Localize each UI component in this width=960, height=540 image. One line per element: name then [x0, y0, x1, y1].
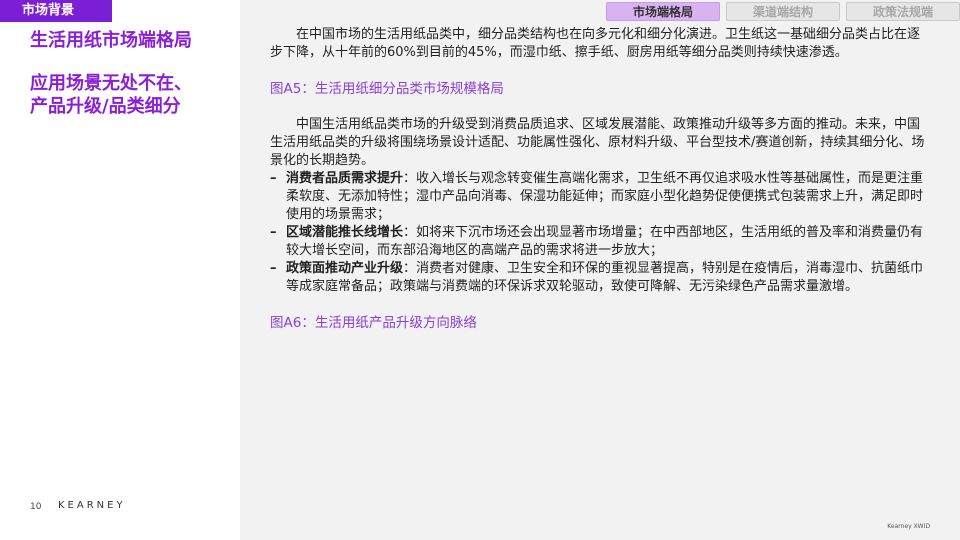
- bullet-key: 政策面推动产业升级: [286, 261, 404, 276]
- bullet-key: 区域潜能推长线增长: [286, 225, 404, 240]
- kearney-logo: KEARNEY: [58, 500, 126, 511]
- bullet-dash: –: [270, 171, 277, 186]
- bullet-policy: – 政策面推动产业升级：消费者对健康、卫生安全和环保的重视显著提高，特别是在疫情后…: [270, 260, 926, 296]
- tab-channel[interactable]: 渠道端结构: [726, 2, 840, 21]
- bullet-key: 消费者品质需求提升: [286, 171, 404, 186]
- subtitle-line-2: 产品升级/品类细分: [30, 96, 181, 117]
- bullet-dash: –: [270, 225, 277, 240]
- bullet-consumer: – 消费者品质需求提升：收入增长与观念转变催生高端化需求，卫生纸不再仅追求吸水性等…: [270, 170, 926, 224]
- tab-bar: 市场端格局 渠道端结构 政策法规端: [606, 2, 960, 21]
- right-panel: 市场端格局 渠道端结构 政策法规端 在中国市场的生活用纸品类中，细分品类结构也在…: [240, 0, 960, 540]
- page-subtitle: 应用场景无处不在、 产品升级/品类细分: [30, 72, 235, 118]
- left-panel: 市场背景 生活用纸市场端格局 应用场景无处不在、 产品升级/品类细分 10 KE…: [0, 0, 240, 540]
- figure-a6-caption: 图A6：生活用纸产品升级方向脉络: [270, 315, 477, 331]
- bullet-dash: –: [270, 261, 277, 276]
- upgrade-paragraph: 中国生活用纸品类市场的升级受到消费品质追求、区域发展潜能、政策推动升级等多方面的…: [270, 117, 925, 168]
- tab-policy[interactable]: 政策法规端: [846, 2, 960, 21]
- tab-market[interactable]: 市场端格局: [606, 2, 720, 21]
- main-content: 在中国市场的生活用纸品类中，细分品类结构也在向多元化和细分化演进。卫生纸这一基础…: [270, 26, 926, 350]
- bullet-regional: – 区域潜能推长线增长：如将来下沉市场还会出现显著市场增量；在中西部地区，生活用纸…: [270, 224, 926, 260]
- section-tag: 市场背景: [0, 0, 112, 22]
- intro-paragraph: 在中国市场的生活用纸品类中，细分品类结构也在向多元化和细分化演进。卫生纸这一基础…: [270, 27, 921, 60]
- subtitle-line-1: 应用场景无处不在、: [30, 73, 192, 94]
- page-number: 10: [30, 502, 42, 512]
- page-title: 生活用纸市场端格局: [30, 30, 192, 51]
- footer-note: Kearney XWID: [887, 523, 930, 530]
- figure-a5-caption: 图A5：生活用纸细分品类市场规模格局: [270, 81, 504, 97]
